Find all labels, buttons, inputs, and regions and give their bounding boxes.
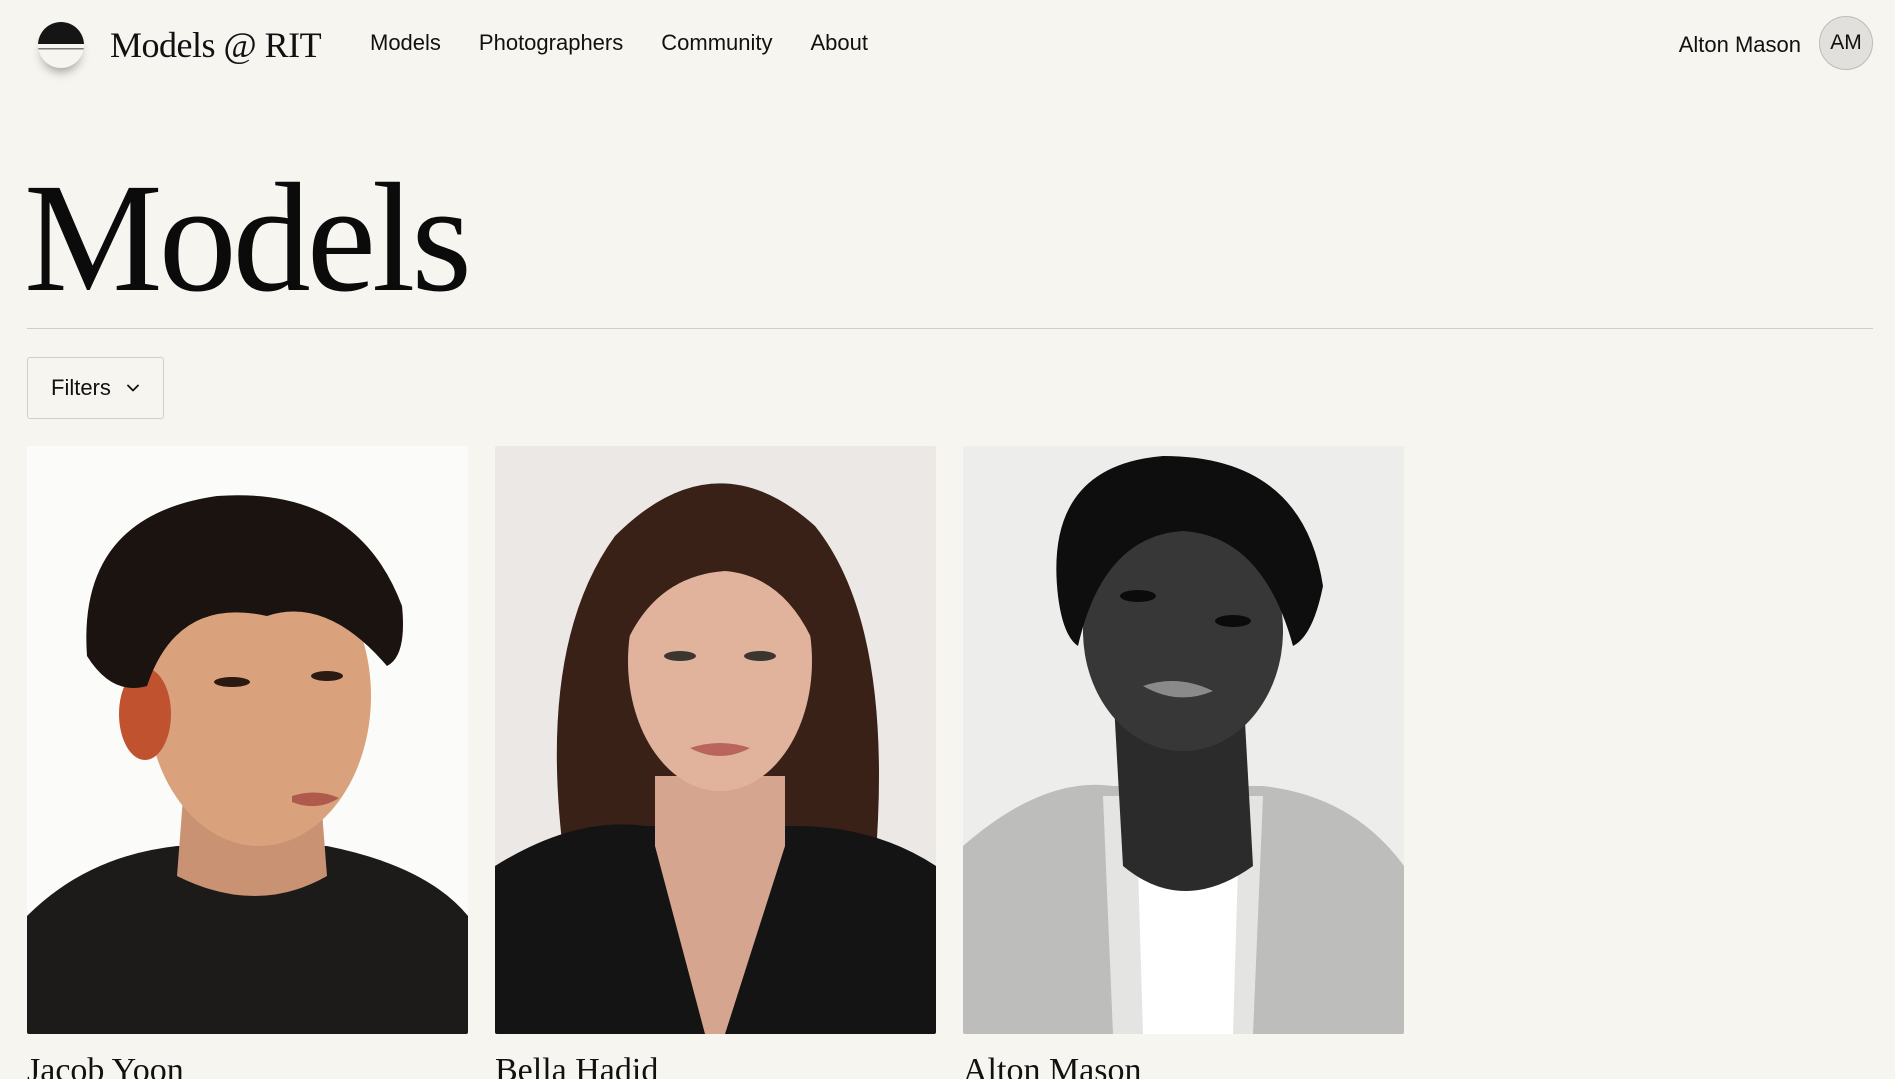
avatar[interactable]: AM xyxy=(1819,16,1873,70)
site-header: Models @ RIT Models Photographers Commun… xyxy=(0,0,1895,90)
model-name[interactable]: Bella Hadid xyxy=(495,1052,936,1079)
model-photo[interactable] xyxy=(963,446,1404,1034)
brand-name[interactable]: Models @ RIT xyxy=(110,24,322,66)
nav-item-community[interactable]: Community xyxy=(661,30,772,56)
model-card[interactable]: Alton Mason xyxy=(963,446,1404,1079)
model-photo[interactable] xyxy=(27,446,468,1034)
model-card[interactable]: Jacob Yoon xyxy=(27,446,468,1079)
model-card[interactable]: Bella Hadid xyxy=(495,446,936,1079)
main-nav: Models Photographers Community About xyxy=(370,30,868,56)
model-name[interactable]: Alton Mason xyxy=(963,1052,1404,1079)
filters-label: Filters xyxy=(51,375,111,400)
model-photo[interactable] xyxy=(495,446,936,1034)
user-name[interactable]: Alton Mason xyxy=(1679,32,1801,58)
page-title: Models xyxy=(24,151,472,324)
chevron-down-icon xyxy=(126,384,139,392)
half-moon-logo-icon[interactable] xyxy=(38,22,84,68)
nav-item-models[interactable]: Models xyxy=(370,30,441,56)
divider xyxy=(27,328,1873,329)
models-grid: Jacob Yoon Bella Hadid Alton Mason xyxy=(27,446,1404,1079)
page: Models @ RIT Models Photographers Commun… xyxy=(0,0,1895,1079)
model-name[interactable]: Jacob Yoon xyxy=(27,1052,468,1079)
filters-button[interactable]: Filters xyxy=(27,357,164,419)
nav-item-photographers[interactable]: Photographers xyxy=(479,30,623,56)
nav-item-about[interactable]: About xyxy=(811,30,869,56)
